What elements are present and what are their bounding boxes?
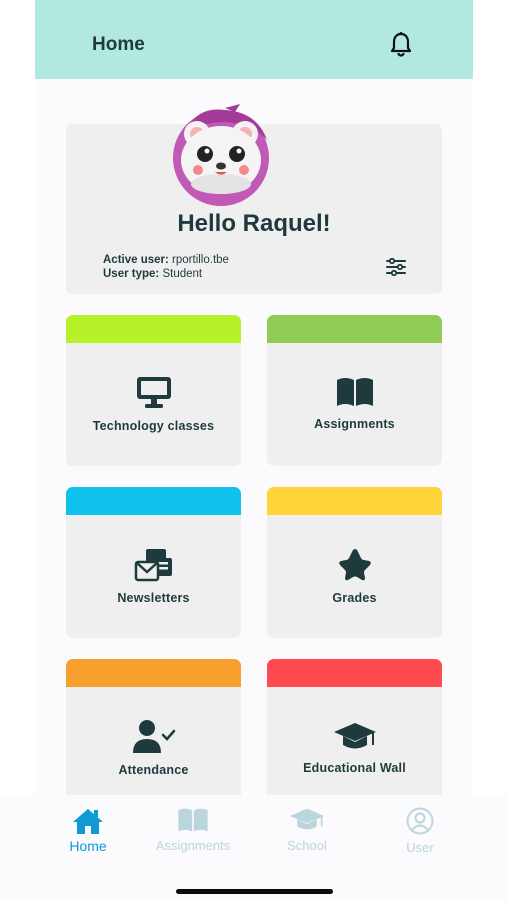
home-indicator[interactable]	[176, 889, 333, 894]
tile-newsletters[interactable]: Newsletters	[66, 487, 241, 638]
tile-color-bar	[267, 315, 442, 343]
user-type-value: Student	[162, 267, 203, 280]
page-title: Home	[92, 34, 145, 55]
tile-technology-classes[interactable]: Technology classes	[66, 315, 241, 466]
bottom-navigation: Home Assignments School User	[0, 795, 507, 900]
book-icon	[178, 808, 208, 832]
tile-label: Newsletters	[117, 591, 190, 605]
graduation-cap-icon	[289, 808, 325, 830]
tile-grades[interactable]: Grades	[267, 487, 442, 638]
tile-attendance[interactable]: Attendance	[66, 659, 241, 810]
notifications-bell-icon[interactable]	[389, 31, 413, 59]
tile-label: Attendance	[118, 763, 189, 777]
book-icon	[336, 378, 373, 406]
graduation-cap-icon	[333, 723, 376, 749]
tile-label: Assignments	[314, 417, 395, 431]
tile-label: Technology classes	[92, 419, 215, 433]
nav-label: User	[406, 840, 434, 855]
nav-label: School	[287, 838, 327, 853]
home-icon	[73, 809, 103, 834]
tile-assignments[interactable]: Assignments	[267, 315, 442, 466]
monitor-icon	[136, 377, 171, 408]
nav-label: Home	[69, 838, 107, 854]
star-icon	[338, 549, 371, 581]
newsletter-icon	[134, 549, 172, 582]
user-check-icon	[132, 720, 175, 753]
active-user-label: Active user:	[103, 254, 169, 266]
tile-color-bar	[267, 487, 442, 515]
greeting-text: Hello Raquel!	[177, 210, 331, 237]
user-type-row: User type: Student	[103, 268, 229, 282]
tile-label: Educational Wall	[303, 761, 406, 775]
nav-label: Assignments	[155, 838, 231, 853]
tile-color-bar	[66, 659, 241, 687]
user-type-label: User type:	[103, 267, 160, 280]
settings-sliders-icon[interactable]	[386, 258, 406, 276]
tile-color-bar	[66, 315, 241, 343]
tile-color-bar	[66, 487, 241, 515]
bear-avatar	[173, 104, 269, 206]
active-user-row: Active user: rportillo.tbe	[103, 254, 229, 268]
active-user-value: rportillo.tbe	[172, 254, 229, 266]
user-info: Active user: rportillo.tbe User type: St…	[103, 254, 229, 281]
tile-color-bar	[267, 659, 442, 687]
user-circle-icon	[406, 807, 434, 835]
tile-educational-wall[interactable]: Educational Wall	[267, 659, 442, 810]
tile-label: Grades	[332, 591, 377, 605]
app-header: Home	[35, 0, 473, 79]
